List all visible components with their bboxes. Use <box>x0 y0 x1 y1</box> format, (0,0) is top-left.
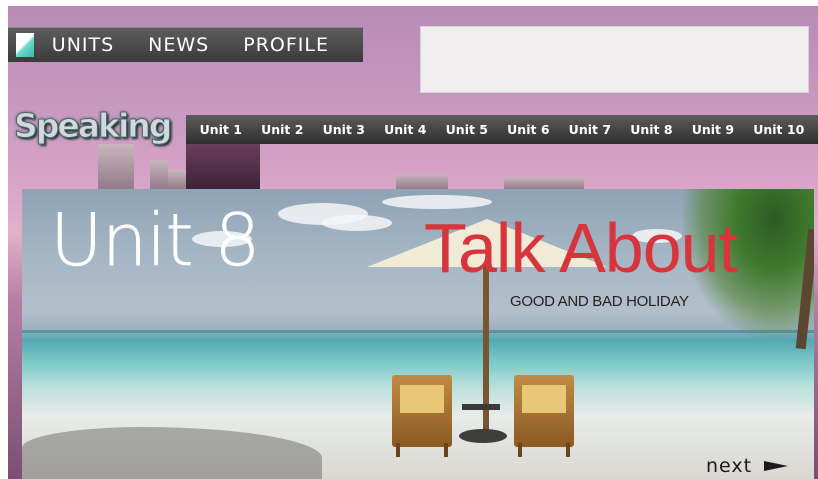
nav-profile[interactable]: PROFILE <box>243 34 329 56</box>
next-button[interactable]: next <box>706 455 789 477</box>
side-table <box>462 404 500 410</box>
chair-leg <box>444 443 448 457</box>
unit-link-6[interactable]: Unit 6 <box>507 122 549 137</box>
unit-heading: Unit 8 <box>50 198 261 283</box>
chair-leg <box>396 443 400 457</box>
building <box>186 142 260 190</box>
chair-leg <box>518 443 522 457</box>
cloud <box>382 195 492 209</box>
chair-leg <box>566 443 570 457</box>
next-label: next <box>706 455 753 477</box>
unit-nav-bar: Unit 1 Unit 2 Unit 3 Unit 4 Unit 5 Unit … <box>186 115 818 144</box>
unit-link-1[interactable]: Unit 1 <box>200 122 242 137</box>
nav-news[interactable]: NEWS <box>148 34 209 56</box>
lounge-chair <box>392 375 452 457</box>
unit-link-8[interactable]: Unit 8 <box>630 122 672 137</box>
unit-link-9[interactable]: Unit 9 <box>692 122 734 137</box>
top-nav-bar: UNITS NEWS PROFILE <box>8 27 363 62</box>
lesson-subtitle: GOOD AND BAD HOLIDAY <box>510 293 689 310</box>
lounge-chair <box>514 375 574 457</box>
unit-link-5[interactable]: Unit 5 <box>446 122 488 137</box>
logo-icon <box>16 33 34 57</box>
chair-cushion <box>522 385 566 413</box>
unit-link-3[interactable]: Unit 3 <box>323 122 365 137</box>
lesson-title: Talk About <box>424 209 738 287</box>
unit-link-4[interactable]: Unit 4 <box>384 122 426 137</box>
umbrella-base <box>459 429 507 443</box>
header-panel <box>420 26 809 93</box>
nav-units[interactable]: UNITS <box>52 34 114 56</box>
building <box>150 160 168 190</box>
tree-shadow <box>22 427 322 479</box>
unit-link-10[interactable]: Unit 10 <box>753 122 804 137</box>
umbrella-pole <box>483 264 489 439</box>
building <box>98 144 134 190</box>
section-title: Speaking <box>13 106 172 146</box>
unit-link-7[interactable]: Unit 7 <box>569 122 611 137</box>
arrow-right-icon <box>764 461 789 471</box>
building <box>396 174 448 190</box>
chair-cushion <box>400 385 444 413</box>
unit-link-2[interactable]: Unit 2 <box>261 122 303 137</box>
building <box>168 170 186 190</box>
